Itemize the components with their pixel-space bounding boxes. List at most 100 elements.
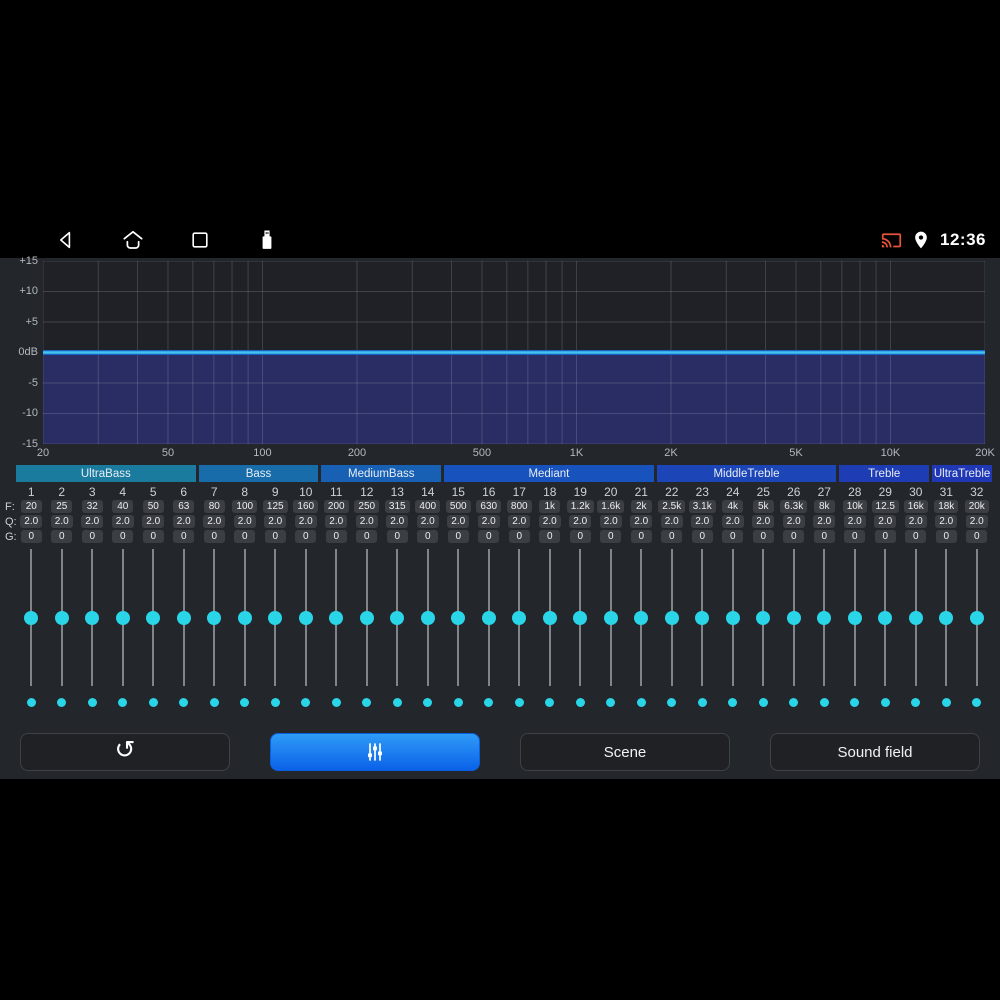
eq-slider[interactable]: [16, 549, 47, 686]
dot-cell: [230, 697, 261, 707]
slider-knob[interactable]: [695, 610, 710, 625]
cell: 2.0: [413, 515, 444, 528]
eq-slider[interactable]: [321, 549, 352, 686]
eq-slider[interactable]: [230, 549, 261, 686]
back-icon: [60, 231, 71, 248]
slider-knob[interactable]: [786, 610, 801, 625]
back-button[interactable]: [46, 225, 86, 255]
q-value: 2.0: [935, 515, 958, 528]
slider-knob[interactable]: [542, 610, 557, 625]
scene-button[interactable]: Scene: [520, 733, 730, 771]
slider-knob[interactable]: [451, 610, 466, 625]
eq-slider[interactable]: [840, 549, 871, 686]
eq-slider[interactable]: [504, 549, 535, 686]
slider-knob[interactable]: [847, 610, 862, 625]
eq-slider[interactable]: [382, 549, 413, 686]
eq-slider[interactable]: [870, 549, 901, 686]
slider-dot: [819, 697, 829, 707]
eq-slider[interactable]: [687, 549, 718, 686]
slider-knob[interactable]: [481, 610, 496, 625]
eq-slider[interactable]: [352, 549, 383, 686]
q-value: 2.0: [660, 515, 683, 528]
eq-slider[interactable]: [47, 549, 78, 686]
cell: 0: [779, 530, 810, 543]
eq-slider[interactable]: [901, 549, 932, 686]
slider-knob[interactable]: [329, 610, 344, 625]
slider-knob[interactable]: [939, 610, 954, 625]
sound-field-button[interactable]: Sound field: [770, 733, 980, 771]
slider-knob[interactable]: [268, 610, 283, 625]
eq-slider[interactable]: [626, 549, 657, 686]
f-value: 4k: [722, 500, 744, 513]
slider-knob[interactable]: [85, 610, 100, 625]
eq-slider[interactable]: [443, 549, 474, 686]
eq-button[interactable]: [270, 733, 480, 771]
f-value: 200: [323, 500, 349, 513]
slider-knob[interactable]: [603, 610, 618, 625]
g-row-label: G:: [5, 530, 17, 543]
cell: 0: [657, 530, 688, 543]
eq-slider[interactable]: [565, 549, 596, 686]
slider-knob[interactable]: [115, 610, 130, 625]
dot-cell: [565, 697, 596, 707]
slider-knob[interactable]: [24, 610, 39, 625]
slider-knob[interactable]: [725, 610, 740, 625]
slider-knob[interactable]: [207, 610, 222, 625]
q-value: 2.0: [477, 515, 500, 528]
slider-knob[interactable]: [664, 610, 679, 625]
cell: 160: [291, 500, 322, 513]
cell: 10k: [840, 500, 871, 513]
eq-slider[interactable]: [748, 549, 779, 686]
slider-knob[interactable]: [512, 610, 527, 625]
slider-knob[interactable]: [634, 610, 649, 625]
f-value: 18k: [934, 500, 959, 513]
slider-knob[interactable]: [359, 610, 374, 625]
eq-slider[interactable]: [474, 549, 505, 686]
eq-slider[interactable]: [596, 549, 627, 686]
eq-slider[interactable]: [138, 549, 169, 686]
cell: 2.0: [840, 515, 871, 528]
slider-knob[interactable]: [54, 610, 69, 625]
slider-knob[interactable]: [420, 610, 435, 625]
slider-knob[interactable]: [390, 610, 405, 625]
y-tick: +10: [19, 285, 38, 297]
f-value: 50: [142, 500, 164, 513]
eq-slider[interactable]: [809, 549, 840, 686]
slider-dot: [209, 697, 219, 707]
channel-number-row: 1 2 3 4 5 6 7 8 9 10 11 12 13 14 15 16 17 18 19 20 21 22 23 24 2…: [16, 484, 992, 499]
cell: 19: [565, 485, 596, 499]
slider-knob[interactable]: [878, 610, 893, 625]
slider-knob[interactable]: [969, 610, 984, 625]
clock: 12:36: [940, 229, 986, 249]
y-tick: +5: [25, 315, 38, 328]
eq-slider[interactable]: [718, 549, 749, 686]
slider-knob[interactable]: [146, 610, 161, 625]
reset-button[interactable]: ↺: [20, 733, 230, 771]
slider-knob[interactable]: [298, 610, 313, 625]
eq-slider[interactable]: [931, 549, 962, 686]
slider-knob[interactable]: [573, 610, 588, 625]
eq-slider[interactable]: [657, 549, 688, 686]
f-value: 16k: [903, 500, 928, 513]
f-value: 500: [445, 500, 471, 513]
eq-slider[interactable]: [962, 549, 993, 686]
slider-knob[interactable]: [237, 610, 252, 625]
slider-knob[interactable]: [817, 610, 832, 625]
slider-knob[interactable]: [908, 610, 923, 625]
slider-knob[interactable]: [176, 610, 191, 625]
eq-slider[interactable]: [199, 549, 230, 686]
eq-slider[interactable]: [77, 549, 108, 686]
eq-slider[interactable]: [535, 549, 566, 686]
eq-slider[interactable]: [108, 549, 139, 686]
slider-knob[interactable]: [756, 610, 771, 625]
eq-slider[interactable]: [779, 549, 810, 686]
eq-slider[interactable]: [260, 549, 291, 686]
eq-slider[interactable]: [169, 549, 200, 686]
channel-number: 24: [726, 484, 740, 499]
f-value: 12.5: [871, 500, 899, 513]
recents-button[interactable]: [180, 225, 220, 255]
home-button[interactable]: [113, 225, 153, 255]
eq-slider[interactable]: [413, 549, 444, 686]
cell: 125: [260, 500, 291, 513]
eq-slider[interactable]: [291, 549, 322, 686]
